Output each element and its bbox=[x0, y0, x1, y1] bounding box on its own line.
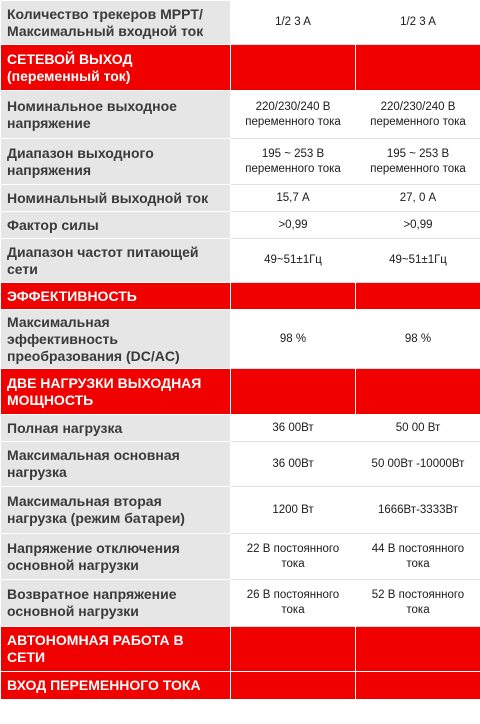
section-blank-cell-2 bbox=[355, 44, 480, 91]
spec-label: Количество трекеров MPPT/ Максимальный в… bbox=[0, 0, 231, 45]
spec-value-model-1: 195 ~ 253 В переменного тока bbox=[230, 138, 356, 185]
spec-label: Номинальное выходное напряжение bbox=[0, 90, 231, 139]
spec-row: Максимальная вторая нагрузка (режим бата… bbox=[0, 486, 480, 534]
spec-table: Количество трекеров MPPT/ Максимальный в… bbox=[0, 0, 480, 700]
section-blank-cell-2 bbox=[355, 282, 480, 310]
section-title: АВТОНОМНАЯ РАБОТА В СЕТИ bbox=[0, 626, 231, 672]
spec-value-model-2: >0,99 bbox=[355, 211, 480, 239]
section-title: ДВЕ НАГРУЗКИ ВЫХОДНАЯ МОЩНОСТЬ bbox=[0, 368, 231, 415]
spec-label: Максимальная эффективность преобразовани… bbox=[0, 309, 231, 369]
spec-label: Диапазон выходного напряжения bbox=[0, 138, 231, 185]
section-blank-cell-1 bbox=[230, 626, 356, 672]
spec-label: Диапазон частот питающей сети bbox=[0, 238, 231, 283]
spec-value-model-2: 1/2 3 A bbox=[355, 0, 480, 45]
section-title: ВХОД ПЕРЕМЕННОГО ТОКА bbox=[0, 671, 231, 700]
section-blank-cell-1 bbox=[230, 282, 356, 310]
spec-label: Напряжение отключения основной нагрузки bbox=[0, 533, 231, 580]
section-title: СЕТЕВОЙ ВЫХОД (переменный ток) bbox=[0, 44, 231, 91]
spec-value-model-2: 98 % bbox=[355, 309, 480, 369]
spec-row: Количество трекеров MPPT/ Максимальный в… bbox=[0, 0, 480, 45]
spec-label: Полная нагрузка bbox=[0, 414, 231, 442]
section-blank-cell-1 bbox=[230, 44, 356, 91]
spec-value-model-2: 44 В постоянного тока bbox=[355, 533, 480, 580]
spec-table-body: Количество трекеров MPPT/ Максимальный в… bbox=[0, 0, 480, 700]
spec-row: Максимальная основная нагрузка 36 00Вт 50 … bbox=[0, 441, 480, 487]
spec-value-model-2: 220/230/240 В переменного тока bbox=[355, 90, 480, 139]
spec-label: Возвратное напряжение основной нагрузки bbox=[0, 579, 231, 627]
section-header-row: АВТОНОМНАЯ РАБОТА В СЕТИ bbox=[0, 626, 480, 672]
spec-row: Диапазон выходного напряжения 195 ~ 253 В… bbox=[0, 138, 480, 185]
section-header-row: ДВЕ НАГРУЗКИ ВЫХОДНАЯ МОЩНОСТЬ bbox=[0, 368, 480, 415]
spec-label: Номинальный выходной ток bbox=[0, 184, 231, 212]
spec-row: Полная нагрузка 36 00Вт 50 00 Вт bbox=[0, 414, 480, 442]
spec-row: Диапазон частот питающей сети 49~51±1Гц 49… bbox=[0, 238, 480, 283]
spec-value-model-1: 220/230/240 В переменного тока bbox=[230, 90, 356, 139]
spec-value-model-1: 22 В постоянного тока bbox=[230, 533, 356, 580]
spec-value-model-1: 1/2 3 A bbox=[230, 0, 356, 45]
section-blank-cell-2 bbox=[355, 626, 480, 672]
spec-label: Максимальная вторая нагрузка (режим бата… bbox=[0, 486, 231, 534]
spec-value-model-1: 36 00Вт bbox=[230, 414, 356, 442]
section-header-row: ЭФФЕКТИВНОСТЬ bbox=[0, 282, 480, 310]
spec-row: Максимальная эффективность преобразовани… bbox=[0, 309, 480, 369]
section-blank-cell-2 bbox=[355, 368, 480, 415]
section-header-row: СЕТЕВОЙ ВЫХОД (переменный ток) bbox=[0, 44, 480, 91]
spec-value-model-1: 1200 Вт bbox=[230, 486, 356, 534]
spec-value-model-1: 98 % bbox=[230, 309, 356, 369]
spec-value-model-1: 36 00Вт bbox=[230, 441, 356, 487]
section-blank-cell-1 bbox=[230, 368, 356, 415]
spec-value-model-1: 15,7 А bbox=[230, 184, 356, 212]
spec-row: Фактор силы >0,99 >0,99 bbox=[0, 211, 480, 239]
section-title: ЭФФЕКТИВНОСТЬ bbox=[0, 282, 231, 310]
section-header-row: ВХОД ПЕРЕМЕННОГО ТОКА bbox=[0, 671, 480, 700]
section-blank-cell-2 bbox=[355, 671, 480, 700]
spec-value-model-2: 50 00Вт -10000Вт bbox=[355, 441, 480, 487]
spec-value-model-2: 1666Вт-3333Вт bbox=[355, 486, 480, 534]
spec-row: Номинальное выходное напряжение 220/230/2… bbox=[0, 90, 480, 139]
spec-value-model-2: 195 ~ 253 В переменного тока bbox=[355, 138, 480, 185]
spec-value-model-1: >0,99 bbox=[230, 211, 356, 239]
spec-value-model-2: 49~51±1Гц bbox=[355, 238, 480, 283]
spec-row: Номинальный выходной ток 15,7 А 27, 0 А bbox=[0, 184, 480, 212]
spec-label: Фактор силы bbox=[0, 211, 231, 239]
spec-value-model-2: 52 В постоянного тока bbox=[355, 579, 480, 627]
spec-row: Возвратное напряжение основной нагрузки 2… bbox=[0, 579, 480, 627]
spec-value-model-1: 49~51±1Гц bbox=[230, 238, 356, 283]
spec-label: Максимальная основная нагрузка bbox=[0, 441, 231, 487]
spec-value-model-2: 27, 0 А bbox=[355, 184, 480, 212]
spec-value-model-2: 50 00 Вт bbox=[355, 414, 480, 442]
spec-value-model-1: 26 В постоянного тока bbox=[230, 579, 356, 627]
spec-row: Напряжение отключения основной нагрузки 2… bbox=[0, 533, 480, 580]
section-blank-cell-1 bbox=[230, 671, 356, 700]
